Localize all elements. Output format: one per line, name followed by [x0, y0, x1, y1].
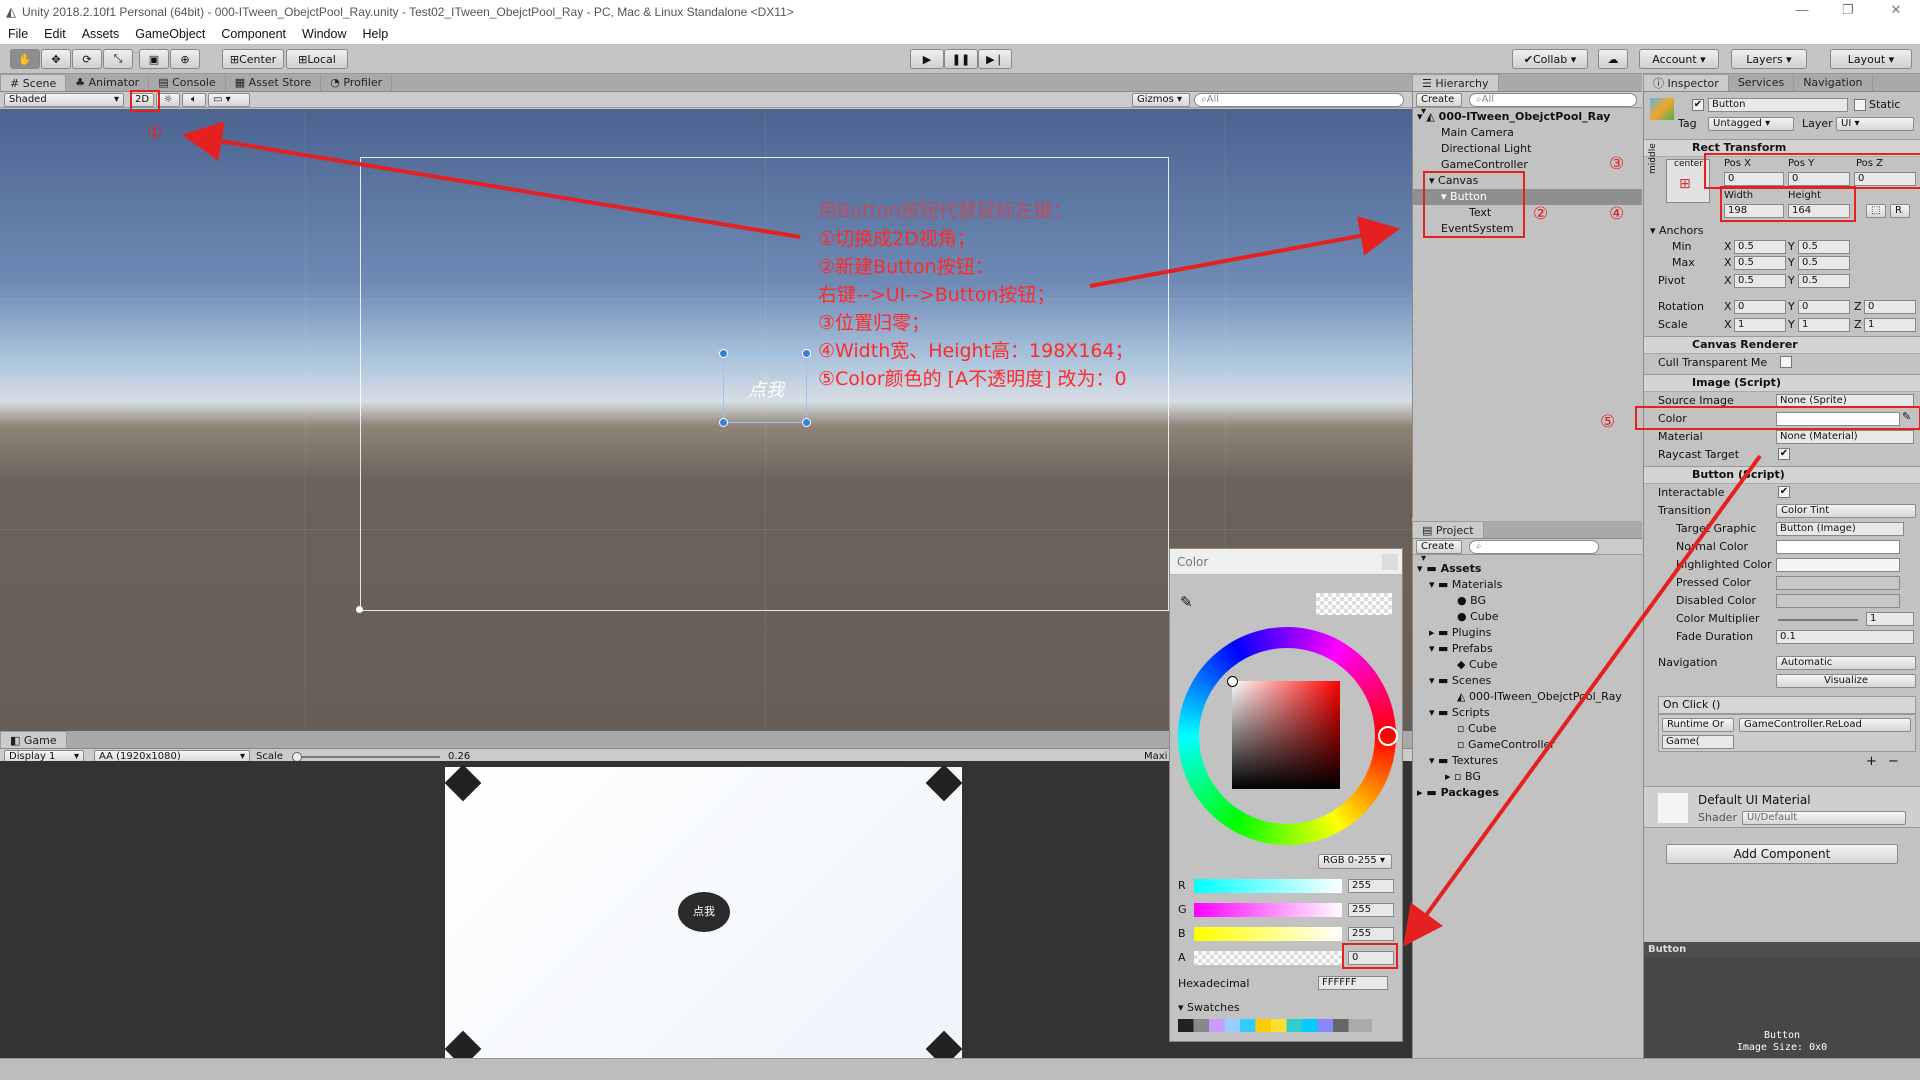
annotation-arrows [182, 121, 1762, 947]
annotation-arrow [1089, 216, 1400, 288]
annotation-arrow [1403, 454, 1762, 947]
annotation-arrow [182, 121, 801, 239]
